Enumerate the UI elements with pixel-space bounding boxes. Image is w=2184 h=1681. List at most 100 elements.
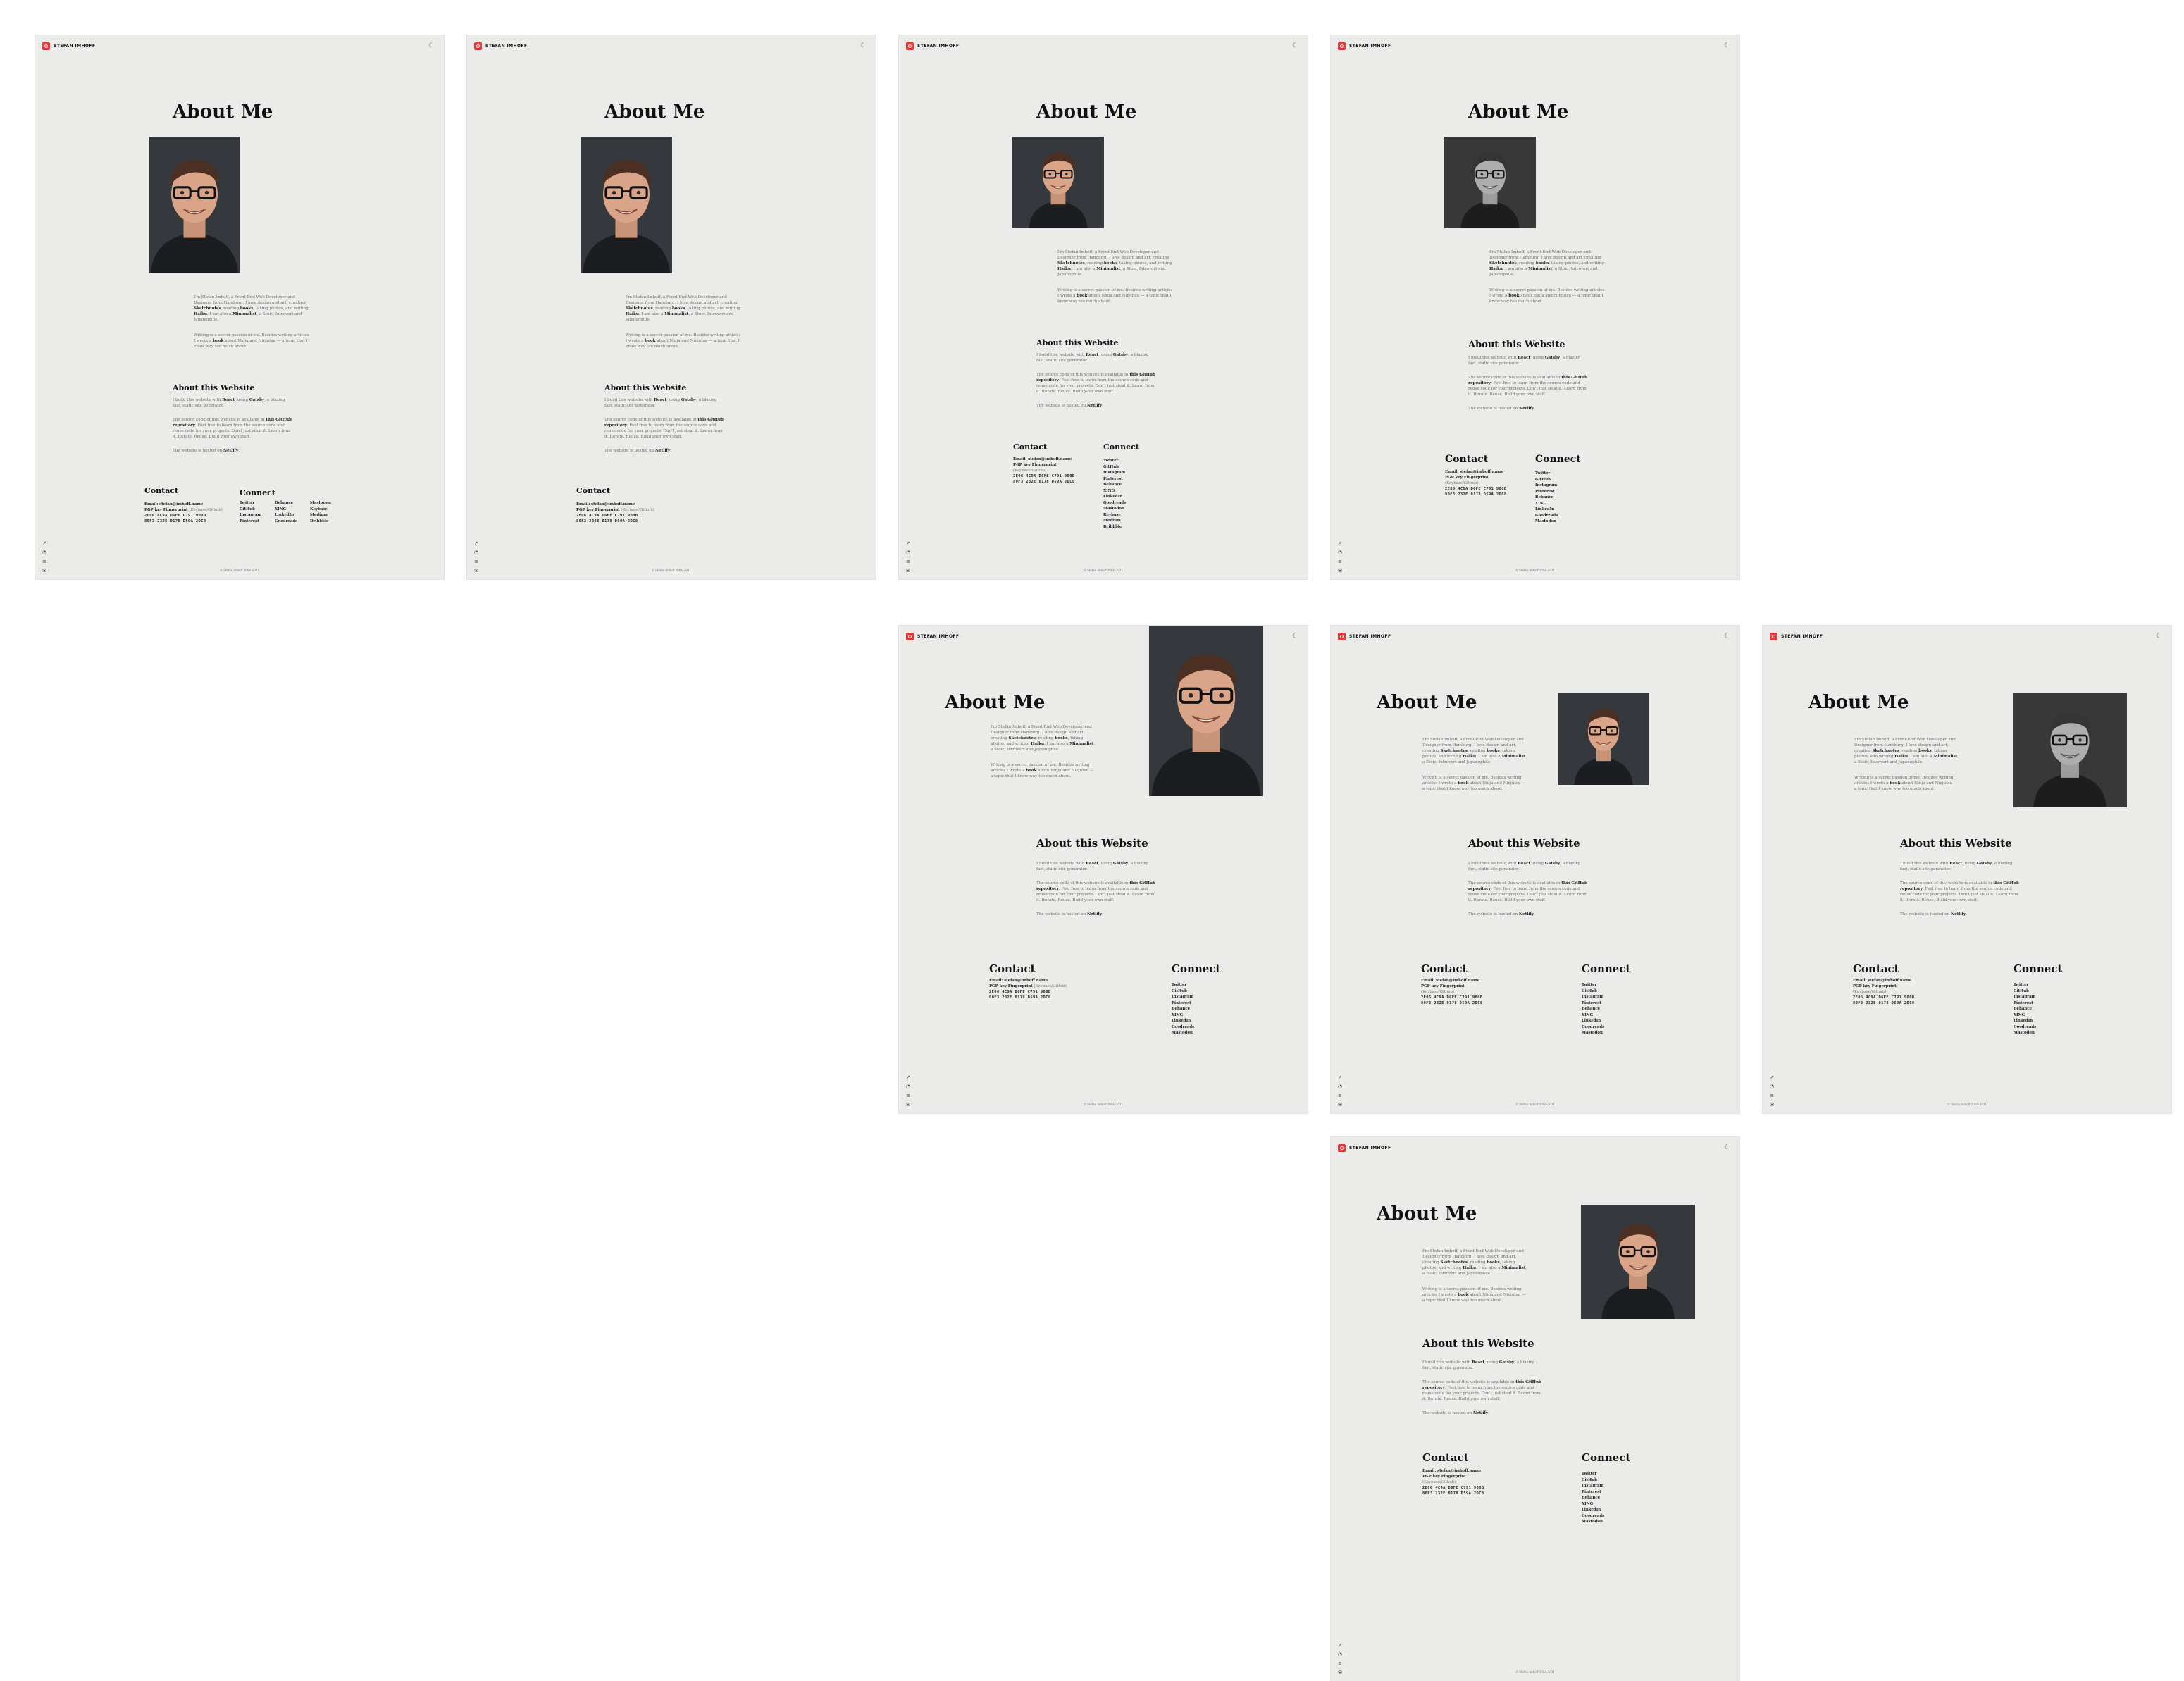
bold-text[interactable]: Sketchnotes xyxy=(626,306,653,311)
twitter-icon[interactable]: ↗ xyxy=(1337,1074,1343,1080)
pgp-link[interactable]: (Keybase/Github) xyxy=(1034,984,1067,988)
bold-text[interactable]: Haiku xyxy=(626,312,639,316)
bold-text[interactable]: Minimalist xyxy=(1501,755,1525,759)
bold-text[interactable]: Gatsby xyxy=(249,398,264,402)
pgp-link[interactable]: (Keybase/Github) xyxy=(1421,990,1454,994)
rss-icon[interactable]: ≡ xyxy=(1337,559,1343,564)
connect-link[interactable]: GitHub xyxy=(1103,464,1146,471)
bold-text[interactable]: Sketchnotes xyxy=(1057,261,1085,266)
connect-link[interactable]: Pinterest xyxy=(1535,489,1577,495)
connect-link[interactable]: Keybase xyxy=(310,507,345,513)
email-link[interactable]: stefan@imhoff.name xyxy=(159,502,203,507)
site-brand-link[interactable]: STEFAN IMHOFF xyxy=(906,42,959,50)
connect-link[interactable]: GitHub xyxy=(1582,988,1624,995)
rss-icon[interactable]: ≡ xyxy=(42,559,47,564)
connect-link[interactable]: Behance xyxy=(1172,1006,1214,1012)
site-brand-link[interactable]: STEFAN IMHOFF xyxy=(1338,633,1391,640)
connect-link[interactable]: Goodreads xyxy=(1103,500,1146,507)
bold-text[interactable]: books xyxy=(240,306,253,311)
bold-text[interactable]: Netlify xyxy=(1519,407,1534,411)
connect-link[interactable]: Goodreads xyxy=(1582,1513,1624,1520)
connect-link[interactable]: Dribbble xyxy=(310,519,345,525)
connect-link[interactable]: Twitter xyxy=(1582,982,1624,988)
connect-link[interactable]: LinkedIn xyxy=(275,512,310,519)
github-icon[interactable]: ◔ xyxy=(905,550,911,555)
connect-link[interactable]: XING xyxy=(275,507,310,513)
connect-link[interactable]: Mastodon xyxy=(1172,1030,1214,1036)
connect-link[interactable]: Twitter xyxy=(2014,982,2056,988)
connect-link[interactable]: Instagram xyxy=(1582,1483,1624,1489)
bold-text[interactable]: Haiku xyxy=(1463,755,1476,759)
connect-link[interactable]: Pinterest xyxy=(240,519,275,525)
connect-link[interactable]: Pinterest xyxy=(1582,1000,1624,1007)
connect-link[interactable]: Goodreads xyxy=(1582,1024,1624,1031)
connect-link[interactable]: Pinterest xyxy=(1103,476,1146,483)
pgp-link[interactable]: (Keybase/Github) xyxy=(1445,481,1478,485)
bold-text[interactable]: React xyxy=(1086,862,1098,866)
email-link[interactable]: stefan@imhoff.name xyxy=(1436,979,1479,983)
github-icon[interactable]: ◔ xyxy=(1337,1084,1343,1089)
twitter-icon[interactable]: ↗ xyxy=(1337,1642,1343,1648)
bold-text[interactable]: React xyxy=(1949,862,1962,866)
bold-text[interactable]: Sketchnotes xyxy=(1008,736,1036,740)
connect-link[interactable]: Instagram xyxy=(240,512,275,519)
bold-text[interactable]: React xyxy=(1518,862,1530,866)
moon-icon[interactable]: ☾ xyxy=(2154,632,2163,640)
connect-link[interactable]: Behance xyxy=(1535,495,1577,501)
connect-link[interactable]: Mastodon xyxy=(1535,519,1577,525)
twitter-icon[interactable]: ↗ xyxy=(905,1074,911,1080)
twitter-icon[interactable]: ↗ xyxy=(1337,540,1343,546)
connect-link[interactable]: Mastodon xyxy=(1582,1519,1624,1525)
connect-link[interactable]: XING xyxy=(1582,1012,1624,1019)
github-icon[interactable]: ◔ xyxy=(473,550,479,555)
pgp-link[interactable]: (Keybase/Github) xyxy=(621,508,654,512)
connect-link[interactable]: Twitter xyxy=(1103,458,1146,464)
connect-link[interactable]: Pinterest xyxy=(2014,1000,2056,1007)
moon-icon[interactable]: ☾ xyxy=(1723,632,1731,640)
connect-link[interactable]: XING xyxy=(1535,501,1577,507)
github-icon[interactable]: ◔ xyxy=(1337,550,1343,555)
connect-link[interactable]: Mastodon xyxy=(2014,1030,2056,1036)
bold-text[interactable]: Haiku xyxy=(1031,742,1044,746)
connect-link[interactable]: LinkedIn xyxy=(1582,1507,1624,1513)
github-icon[interactable]: ◔ xyxy=(905,1084,911,1089)
twitter-icon[interactable]: ↗ xyxy=(905,540,911,546)
bold-text[interactable]: book xyxy=(645,339,655,343)
connect-link[interactable]: Medium xyxy=(1103,518,1146,524)
bold-text[interactable]: books xyxy=(1918,749,1931,753)
connect-link[interactable]: GitHub xyxy=(2014,988,2056,995)
bold-text[interactable]: Gatsby xyxy=(1545,862,1560,866)
bold-text[interactable]: React xyxy=(1472,1360,1484,1365)
bold-text[interactable]: Sketchnotes xyxy=(194,306,221,311)
connect-link[interactable]: Instagram xyxy=(1172,994,1214,1000)
email-link[interactable]: stefan@imhoff.name xyxy=(1460,470,1503,474)
rss-icon[interactable]: ≡ xyxy=(473,559,479,564)
bold-text[interactable]: Minimalist xyxy=(1528,267,1552,271)
connect-link[interactable]: Mastodon xyxy=(310,500,345,507)
bold-text[interactable]: Haiku xyxy=(1057,267,1071,271)
bold-text[interactable]: Netlify xyxy=(223,449,238,453)
bold-text[interactable]: React xyxy=(654,398,666,402)
site-brand-link[interactable]: STEFAN IMHOFF xyxy=(474,42,527,50)
bold-text[interactable]: books xyxy=(1055,736,1067,740)
bold-text[interactable]: Haiku xyxy=(1463,1266,1476,1270)
site-brand-link[interactable]: STEFAN IMHOFF xyxy=(1338,1144,1391,1152)
email-link[interactable]: stefan@imhoff.name xyxy=(1028,457,1072,461)
connect-link[interactable]: XING xyxy=(1103,488,1146,495)
moon-icon[interactable]: ☾ xyxy=(1723,42,1731,50)
email-link[interactable]: stefan@imhoff.name xyxy=(1868,979,1911,983)
rss-icon[interactable]: ≡ xyxy=(1769,1093,1775,1098)
bold-text[interactable]: Sketchnotes xyxy=(1440,1260,1468,1265)
moon-icon[interactable]: ☾ xyxy=(1291,42,1299,50)
moon-icon[interactable]: ☾ xyxy=(427,42,435,50)
connect-link[interactable]: Behance xyxy=(2014,1006,2056,1012)
connect-link[interactable]: Mastodon xyxy=(1103,506,1146,512)
email-link[interactable]: stefan@imhoff.name xyxy=(1437,1469,1481,1473)
bold-text[interactable]: book xyxy=(1458,1293,1468,1297)
connect-link[interactable]: Twitter xyxy=(240,500,275,507)
bold-text[interactable]: Minimalist xyxy=(1069,742,1093,746)
connect-link[interactable]: Medium xyxy=(310,512,345,519)
bold-text[interactable]: Gatsby xyxy=(1113,862,1128,866)
pgp-link[interactable]: (Keybase/Github) xyxy=(1853,990,1886,994)
bold-text[interactable]: books xyxy=(1487,1260,1499,1265)
